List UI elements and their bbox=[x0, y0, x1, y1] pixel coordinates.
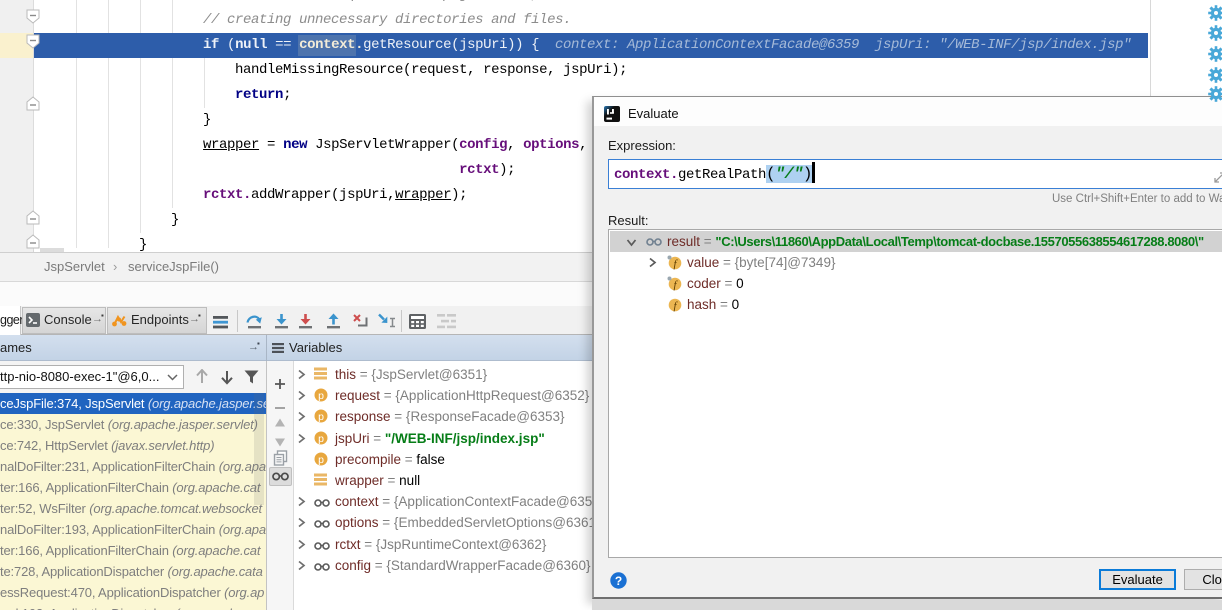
svg-text:p: p bbox=[318, 433, 324, 445]
svg-text:p: p bbox=[318, 411, 324, 423]
svg-text:?: ? bbox=[615, 574, 622, 588]
svg-text:p: p bbox=[318, 390, 324, 402]
svg-text:p: p bbox=[318, 454, 324, 466]
